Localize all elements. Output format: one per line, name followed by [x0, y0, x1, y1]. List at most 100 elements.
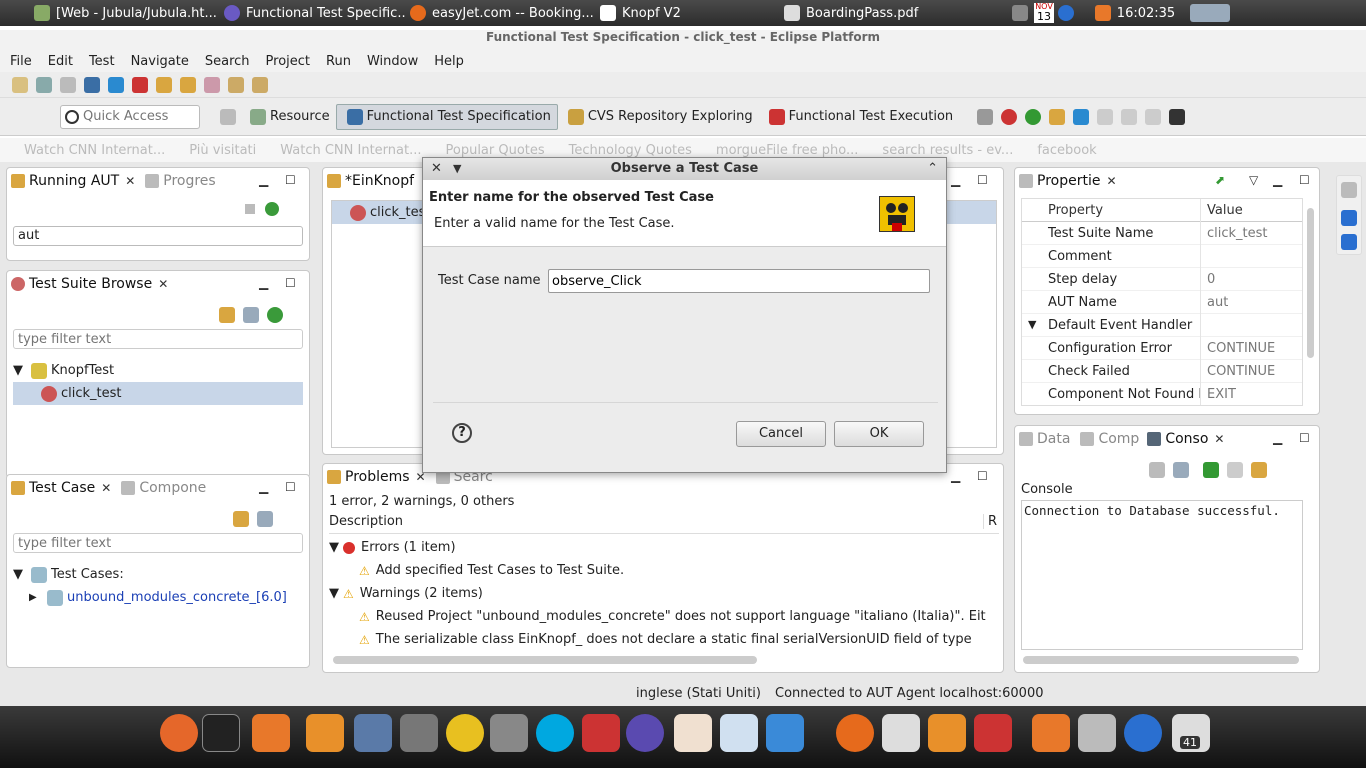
paste-icon[interactable] — [60, 77, 76, 93]
stop2-icon[interactable] — [1121, 108, 1138, 125]
col-description[interactable]: Description — [329, 514, 403, 529]
minimize-icon[interactable]: ▁ — [951, 469, 960, 483]
start-aut-icon[interactable] — [265, 202, 279, 216]
tree-node-project[interactable]: ▼ KnopfTest — [13, 359, 303, 382]
menu-project[interactable]: Project — [266, 54, 310, 69]
dialog-minimize-icon[interactable]: ⌃ — [927, 158, 938, 180]
copy-icon[interactable] — [36, 77, 52, 93]
ok-button[interactable]: OK — [834, 421, 924, 447]
warning-item[interactable]: ⚠ The serializable class EinKnopf_ does n… — [329, 628, 999, 651]
edit-icon[interactable] — [180, 77, 196, 93]
view-menu-icon[interactable]: ▽ — [1249, 173, 1258, 187]
refresh-icon[interactable] — [204, 77, 220, 93]
help-icon[interactable] — [1341, 210, 1357, 226]
perspective-functional-test-exec[interactable]: Functional Test Execution — [759, 104, 960, 130]
horizontal-scrollbar[interactable] — [1023, 656, 1299, 664]
gimp-icon[interactable] — [490, 714, 528, 752]
clock-area[interactable]: 16:02:35 — [1080, 5, 1190, 21]
java-icon[interactable] — [974, 714, 1012, 752]
col-value[interactable]: Value — [1200, 199, 1243, 222]
tab-test-case[interactable]: Test Case — [29, 480, 95, 496]
menu-run[interactable]: Run — [326, 54, 351, 69]
home-folder-icon[interactable] — [1032, 714, 1070, 752]
col-property[interactable]: Property — [1022, 203, 1200, 218]
minimize-icon[interactable]: ▁ — [1273, 173, 1282, 187]
wrench-icon[interactable] — [977, 108, 994, 125]
display-console-icon[interactable] — [1227, 462, 1243, 478]
pause-icon[interactable] — [1097, 108, 1114, 125]
minimize-icon[interactable]: ▁ — [1273, 431, 1282, 445]
globe-icon[interactable] — [1025, 108, 1042, 125]
eclipse-icon[interactable] — [626, 714, 664, 752]
perspective-resource[interactable]: Resource — [240, 104, 336, 130]
calendar-icon[interactable]: NOV 13 — [1034, 3, 1054, 23]
trash-icon[interactable]: 41 — [1172, 714, 1210, 752]
tab-data[interactable]: Data — [1037, 431, 1070, 447]
menu-file[interactable]: File — [10, 54, 32, 69]
tab-component[interactable]: Compone — [139, 480, 206, 496]
link-icon[interactable] — [233, 511, 249, 527]
tab-problems[interactable]: Problems — [345, 469, 410, 485]
restore-icon[interactable] — [1341, 182, 1357, 198]
ubuntu-icon[interactable] — [160, 714, 198, 752]
blocks-icon[interactable] — [582, 714, 620, 752]
maximize-icon[interactable]: ☐ — [977, 173, 988, 187]
property-row[interactable]: Check Failed CONTINUE — [1022, 359, 1302, 383]
open-icon[interactable] — [156, 77, 172, 93]
bag-icon[interactable] — [252, 714, 290, 752]
workspace-switcher-icon[interactable] — [1190, 4, 1230, 22]
dropbox-icon[interactable] — [766, 714, 804, 752]
maximize-icon[interactable]: ☐ — [1299, 173, 1310, 187]
property-row[interactable]: AUT Name aut — [1022, 290, 1302, 314]
menu-navigate[interactable]: Navigate — [131, 54, 189, 69]
tree-node-testcase[interactable]: ▶ unbound_modules_concrete_[6.0] — [13, 586, 303, 609]
terminal-icon[interactable] — [202, 714, 240, 752]
menu-test[interactable]: Test — [89, 54, 115, 69]
calculator-icon[interactable] — [400, 714, 438, 752]
task-boardingpass[interactable]: BoardingPass.pdf — [780, 0, 970, 26]
save-icon[interactable] — [84, 77, 100, 93]
step-icon[interactable] — [1145, 108, 1162, 125]
minimize-icon[interactable]: ▁ — [259, 276, 268, 290]
stop-icon[interactable] — [132, 77, 148, 93]
task-firefox[interactable]: easyJet.com -- Booking... — [406, 0, 596, 26]
property-row[interactable]: Test Suite Name click_test — [1022, 221, 1302, 245]
minimize-icon[interactable]: ▁ — [259, 480, 268, 494]
clear-console-icon[interactable] — [1149, 462, 1165, 478]
property-row[interactable]: Configuration Error CONTINUE — [1022, 336, 1302, 360]
tab-einknopf[interactable]: *EinKnopf — [345, 173, 414, 189]
forward-icon[interactable] — [252, 77, 268, 93]
info-icon[interactable] — [1058, 5, 1074, 21]
tab-running-aut[interactable]: Running AUT — [29, 173, 119, 189]
menu-help[interactable]: Help — [434, 54, 464, 69]
expand-icon[interactable]: ▶ — [29, 592, 43, 603]
record-icon[interactable] — [1001, 108, 1018, 125]
menu-search[interactable]: Search — [205, 54, 250, 69]
link-icon[interactable] — [219, 307, 235, 323]
open-perspective-icon[interactable] — [220, 108, 236, 125]
back-icon[interactable] — [228, 77, 244, 93]
close-icon[interactable]: ✕ — [125, 174, 135, 188]
pin-icon[interactable] — [1203, 462, 1219, 478]
tab-console[interactable]: Conso — [1165, 431, 1208, 447]
menu-window[interactable]: Window — [367, 54, 418, 69]
run-icon[interactable] — [108, 77, 124, 93]
expand-icon[interactable]: ▼ — [329, 586, 343, 601]
quick-access-box[interactable] — [60, 104, 200, 129]
tree-node-category[interactable]: ▼ Test Cases: — [13, 563, 303, 586]
close-icon[interactable]: ✕ — [101, 481, 111, 495]
property-row[interactable]: Component Not Found ErrEXIT — [1022, 382, 1302, 405]
tab-comp[interactable]: Comp — [1098, 431, 1139, 447]
expand-icon[interactable]: ▼ — [13, 363, 27, 378]
maximize-icon[interactable]: ☐ — [285, 480, 296, 494]
suite-filter-input[interactable] — [13, 329, 303, 349]
perspective-cvs[interactable]: CVS Repository Exploring — [558, 104, 759, 130]
tree-node-suite[interactable]: click_test — [13, 382, 303, 405]
owl-icon[interactable] — [354, 714, 392, 752]
run-suite-icon[interactable] — [267, 307, 283, 323]
tab-test-suite-browser[interactable]: Test Suite Browse — [29, 276, 152, 292]
maximize-icon[interactable]: ☐ — [285, 276, 296, 290]
expand-icon[interactable]: ▼ — [329, 540, 343, 555]
accessibility-icon[interactable] — [1124, 714, 1162, 752]
quick-access-input[interactable] — [83, 109, 193, 124]
